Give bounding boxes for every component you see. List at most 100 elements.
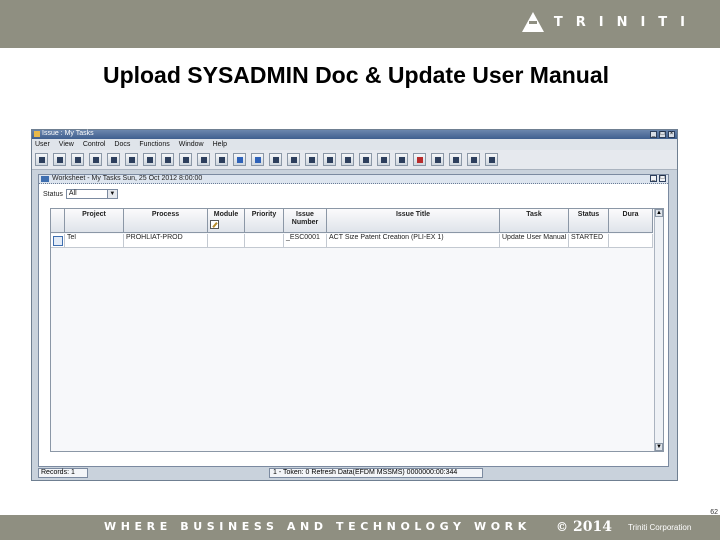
minimize-button[interactable]: _ bbox=[650, 131, 657, 138]
column-header-duration[interactable]: Dura bbox=[609, 209, 653, 233]
menu-user[interactable]: User bbox=[35, 139, 50, 150]
footer-tagline: WHERE BUSINESS AND TECHNOLOGY WORK bbox=[104, 520, 531, 533]
toolbar-glyph-icon bbox=[147, 157, 153, 163]
menu-control[interactable]: Control bbox=[83, 139, 106, 150]
toolbar-button-15[interactable] bbox=[287, 153, 300, 166]
close-button[interactable]: × bbox=[668, 131, 675, 138]
menu-functions[interactable]: Functions bbox=[139, 139, 169, 150]
toolbar-glyph-icon bbox=[291, 157, 297, 163]
grid-header-selector bbox=[51, 209, 65, 233]
open-record-icon[interactable] bbox=[53, 236, 63, 246]
column-header-process[interactable]: Process bbox=[124, 209, 208, 233]
column-header-issue-number[interactable]: Issue Number bbox=[284, 209, 327, 233]
toolbar-button-4[interactable] bbox=[89, 153, 102, 166]
footer-copyright: © 2014 bbox=[556, 519, 612, 535]
toolbar-button-25[interactable] bbox=[467, 153, 480, 166]
edit-icon[interactable] bbox=[210, 220, 219, 229]
toolbar-button-3[interactable] bbox=[71, 153, 84, 166]
toolbar-button-14[interactable] bbox=[269, 153, 282, 166]
frame-controls: _ □ bbox=[650, 175, 666, 182]
toolbar-button-13[interactable] bbox=[251, 153, 264, 166]
menu-help[interactable]: Help bbox=[213, 139, 227, 150]
column-label: Issue Title bbox=[395, 211, 431, 218]
brand-logo: TRINITI bbox=[521, 12, 698, 32]
column-header-status[interactable]: Status bbox=[569, 209, 609, 233]
toolbar-button-16[interactable] bbox=[305, 153, 318, 166]
column-sublabel: Number bbox=[291, 219, 319, 226]
toolbar-button-7[interactable] bbox=[143, 153, 156, 166]
column-label: Priority bbox=[251, 211, 277, 218]
maximize-button[interactable]: □ bbox=[659, 131, 666, 138]
toolbar-glyph-icon bbox=[255, 157, 261, 163]
cell-issue-title: ACT Size Patent Creation (PLI-EX 1) bbox=[327, 234, 500, 248]
column-header-issue-title[interactable]: Issue Title bbox=[327, 209, 500, 233]
slide-title: Upload SYSADMIN Doc & Update User Manual bbox=[102, 62, 610, 88]
menu-window[interactable]: Window bbox=[179, 139, 204, 150]
cell-issue-number: _ESC0001 bbox=[284, 234, 327, 248]
cell-task: Update User Manual bbox=[500, 234, 569, 248]
worksheet-frame: Worksheet - My Tasks Sun, 25 Oct 2012 8:… bbox=[38, 174, 669, 467]
window-titlebar[interactable]: Issue : My Tasks _ □ × bbox=[32, 130, 677, 139]
status-filter-value: All bbox=[68, 190, 77, 197]
table-row[interactable]: Tel PROHLIAT-PROD _ESC0001 ACT Size Pate… bbox=[51, 234, 653, 248]
slide-header-band: TRINITI bbox=[0, 0, 720, 48]
toolbar-button-8[interactable] bbox=[161, 153, 174, 166]
menu-view[interactable]: View bbox=[59, 139, 74, 150]
toolbar-glyph-icon bbox=[273, 157, 279, 163]
cell-priority bbox=[245, 234, 284, 248]
toolbar-button-19[interactable] bbox=[359, 153, 372, 166]
connection-status: 1 - Token: 0 Refresh Data(EFDM MSSMS) 00… bbox=[269, 468, 483, 478]
toolbar-glyph-icon bbox=[183, 157, 189, 163]
record-count: Records: 1 bbox=[38, 468, 88, 478]
grid-vertical-scrollbar[interactable]: ▲ ▼ bbox=[654, 209, 663, 451]
toolbar-button-12[interactable] bbox=[233, 153, 246, 166]
chevron-down-icon[interactable]: ▼ bbox=[106, 190, 117, 198]
column-header-task[interactable]: Task bbox=[500, 209, 569, 233]
column-header-project[interactable]: Project bbox=[65, 209, 124, 233]
toolbar-button-11[interactable] bbox=[215, 153, 228, 166]
toolbar-button-20[interactable] bbox=[377, 153, 390, 166]
menu-docs[interactable]: Docs bbox=[114, 139, 130, 150]
status-filter-select[interactable]: All ▼ bbox=[65, 189, 118, 199]
toolbar-button-26[interactable] bbox=[485, 153, 498, 166]
toolbar-button-17[interactable] bbox=[323, 153, 336, 166]
toolbar-button-1[interactable] bbox=[35, 153, 48, 166]
brand-name: TRINITI bbox=[553, 14, 698, 30]
toolbar-button-2[interactable] bbox=[53, 153, 66, 166]
column-header-priority[interactable]: Priority bbox=[245, 209, 284, 233]
toolbar-glyph-icon bbox=[327, 157, 333, 163]
toolbar-glyph-icon bbox=[489, 157, 495, 163]
row-selector-cell[interactable] bbox=[51, 234, 65, 248]
toolbar-glyph-icon bbox=[453, 157, 459, 163]
toolbar-glyph-icon bbox=[219, 157, 225, 163]
toolbar-glyph-icon bbox=[345, 157, 351, 163]
toolbar-glyph-icon bbox=[93, 157, 99, 163]
toolbar-glyph-icon bbox=[57, 157, 63, 163]
frame-minimize-button[interactable]: _ bbox=[650, 175, 657, 182]
toolbar-glyph-icon bbox=[111, 157, 117, 163]
toolbar-button-22[interactable] bbox=[413, 153, 426, 166]
toolbar-button-5[interactable] bbox=[107, 153, 120, 166]
column-header-module[interactable]: Module bbox=[208, 209, 245, 233]
toolbar-glyph-icon bbox=[471, 157, 477, 163]
frame-titlebar[interactable]: Worksheet - My Tasks Sun, 25 Oct 2012 8:… bbox=[39, 175, 668, 184]
toolbar-button-21[interactable] bbox=[395, 153, 408, 166]
toolbar-button-6[interactable] bbox=[125, 153, 138, 166]
task-grid: Project Process Module Priority Issue Num… bbox=[50, 208, 664, 452]
toolbar-glyph-icon bbox=[381, 157, 387, 163]
toolbar-button-23[interactable] bbox=[431, 153, 444, 166]
toolbar-glyph-icon bbox=[201, 157, 207, 163]
toolbar-glyph-icon bbox=[75, 157, 81, 163]
toolbar-button-24[interactable] bbox=[449, 153, 462, 166]
scroll-up-icon[interactable]: ▲ bbox=[655, 209, 663, 217]
application-window: Issue : My Tasks _ □ × User View Control… bbox=[31, 129, 678, 481]
frame-maximize-button[interactable]: □ bbox=[659, 175, 666, 182]
triniti-mark-icon bbox=[521, 12, 544, 32]
scroll-down-icon[interactable]: ▼ bbox=[655, 443, 663, 451]
toolbar-button-18[interactable] bbox=[341, 153, 354, 166]
toolbar-button-9[interactable] bbox=[179, 153, 192, 166]
menu-bar: User View Control Docs Functions Window … bbox=[32, 139, 677, 150]
toolbar-button-10[interactable] bbox=[197, 153, 210, 166]
cell-process: PROHLIAT-PROD bbox=[124, 234, 208, 248]
cell-duration bbox=[609, 234, 653, 248]
